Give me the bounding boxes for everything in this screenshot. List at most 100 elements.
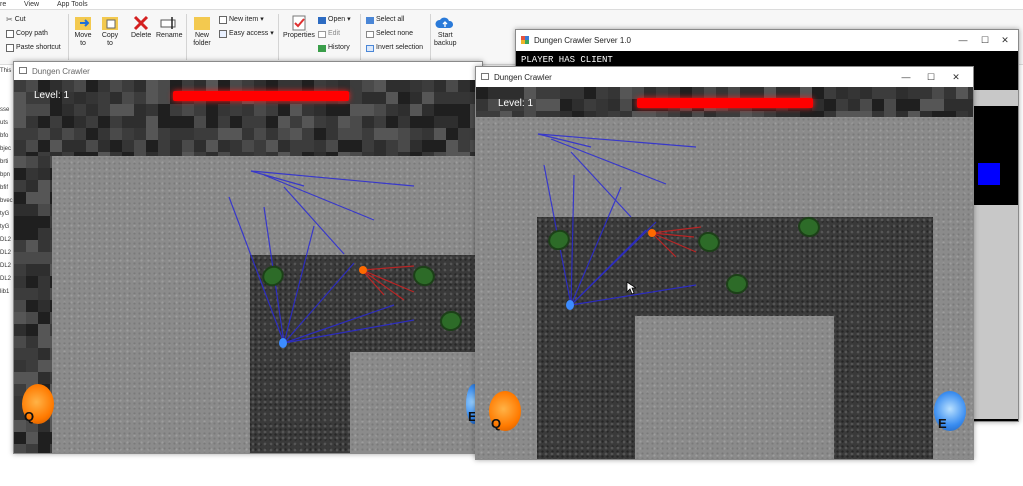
select-none-icon (366, 30, 374, 38)
game-window-right: Dungen Crawler — ☐ ✕ Level: 1 Q E (475, 66, 974, 460)
paste-shortcut-icon (6, 44, 14, 52)
player-character (566, 300, 574, 310)
nav-item[interactable]: This (0, 65, 14, 78)
portal-q-label: Q (24, 409, 35, 424)
nav-item[interactable]: lib1 (0, 286, 14, 299)
minimize-button[interactable]: — (897, 71, 915, 84)
invert-selection-button[interactable]: Invert selection (366, 43, 423, 53)
new-folder-button[interactable]: New folder (193, 14, 211, 48)
nav-item[interactable]: DL2 (0, 247, 14, 260)
game-canvas-right[interactable]: Level: 1 Q E (476, 87, 973, 459)
right-titlebar[interactable]: Dungen Crawler — ☐ ✕ (476, 67, 973, 87)
portal-e: E (934, 391, 966, 431)
tab-share[interactable]: re (0, 0, 6, 9)
history-button[interactable]: History (318, 43, 350, 53)
history-label: History (328, 44, 350, 51)
attack-lines (228, 170, 415, 344)
minimize-button[interactable]: — (954, 34, 972, 47)
left-window-title: Dungen Crawler (32, 67, 90, 76)
new-folder-label2: folder (193, 40, 211, 47)
select-all-button[interactable]: Select all (366, 15, 404, 25)
new-folder-icon (194, 17, 210, 30)
start-backup-button[interactable]: Start backup (434, 14, 457, 48)
window-icon (19, 67, 27, 74)
nav-item[interactable]: bjec (0, 143, 14, 156)
dropdown-arrow-icon: ▾ (260, 16, 264, 23)
rename-label: Rename (156, 32, 183, 39)
tab-app-tools[interactable]: App Tools (57, 0, 88, 9)
edit-button[interactable]: Edit (318, 29, 340, 39)
attack-lines (537, 133, 702, 306)
close-button[interactable]: ✕ (947, 71, 965, 84)
game-window-left: Dungen Crawler Level: 1 Q E (13, 61, 483, 454)
select-none-label: Select none (376, 30, 413, 37)
close-button[interactable]: ✕ (996, 34, 1014, 47)
game-canvas-left[interactable]: Level: 1 Q E (14, 80, 482, 453)
nav-item[interactable]: sse (0, 104, 14, 117)
ribbon-tabs: re View App Tools (0, 0, 1023, 9)
open-button[interactable]: Open ▾ (318, 15, 351, 25)
cloud-backup-icon (435, 17, 454, 28)
open-label: Open (328, 16, 346, 23)
copy-to-button[interactable]: Copy to (101, 14, 119, 48)
select-none-button[interactable]: Select none (366, 29, 413, 39)
edit-label: Edit (328, 30, 341, 37)
paste-shortcut-button[interactable]: Paste shortcut (6, 43, 61, 53)
nav-item[interactable]: bpn (0, 169, 14, 182)
right-window-title: Dungen Crawler (494, 73, 552, 82)
maximize-button[interactable]: ☐ (976, 34, 994, 47)
server-gray-band (974, 90, 1018, 106)
server-status-text: PLAYER HAS CLIENT (521, 55, 613, 65)
new-item-label: New item (229, 16, 259, 23)
new-item-icon (219, 16, 227, 24)
portal-e-label: E (938, 416, 947, 431)
select-all-label: Select all (376, 16, 405, 23)
delete-x-icon (134, 15, 149, 31)
select-all-icon (366, 16, 374, 24)
copy-path-button[interactable]: Copy path (6, 29, 48, 39)
copy-to-label2: to (107, 40, 113, 47)
left-titlebar[interactable]: Dungen Crawler (14, 62, 482, 80)
copy-path-label: Copy path (16, 30, 48, 37)
nav-item[interactable]: brti (0, 156, 14, 169)
enemy-projectile (648, 229, 656, 237)
nav-item[interactable] (0, 91, 14, 104)
nav-item[interactable]: tyG (0, 208, 14, 221)
nav-item[interactable]: DL2 (0, 273, 14, 286)
nav-item[interactable]: uts (0, 117, 14, 130)
nav-item[interactable]: DL2 (0, 260, 14, 273)
edit-icon (318, 30, 326, 38)
cut-label: Cut (14, 16, 26, 23)
easy-access-icon (219, 30, 227, 38)
move-to-button[interactable]: Move to (74, 14, 92, 48)
move-to-label: Move (74, 32, 92, 39)
tab-view[interactable]: View (24, 0, 39, 9)
nav-item[interactable]: bvec (0, 195, 14, 208)
player-character (279, 338, 287, 348)
new-item-button[interactable]: New item ▾ (219, 15, 264, 25)
server-titlebar[interactable]: Dungen Crawler Server 1.0 — ☐ ✕ (516, 30, 1018, 51)
nav-item[interactable]: tyG (0, 221, 14, 234)
properties-icon (292, 15, 306, 31)
properties-label: Properties (283, 32, 315, 39)
invert-selection-icon (366, 44, 374, 52)
delete-label: Delete (131, 32, 152, 39)
maximize-button[interactable]: ☐ (922, 71, 940, 84)
open-icon (318, 16, 326, 24)
nav-item[interactable]: DL2 (0, 234, 14, 247)
new-folder-label: New (194, 32, 209, 39)
delete-button[interactable]: Delete (131, 14, 151, 40)
easy-access-button[interactable]: Easy access ▾ (219, 29, 274, 39)
explorer-nav-pane: This sse uts bfo bjec brti bpn bfif bvec… (0, 65, 14, 350)
history-icon (318, 44, 326, 52)
nav-item[interactable]: bfo (0, 130, 14, 143)
nav-item[interactable] (0, 78, 14, 91)
copy-to-label: Copy (101, 32, 119, 39)
properties-button[interactable]: Properties (283, 14, 315, 40)
nav-item[interactable]: bfif (0, 182, 14, 195)
move-folder-icon (75, 17, 91, 30)
cut-button[interactable]: ✂ Cut (6, 15, 26, 25)
dropdown-arrow-icon: ▾ (347, 16, 351, 23)
desktop: re View App Tools ✂ Cut Copy path Paste … (0, 0, 1023, 486)
rename-button[interactable]: Rename (156, 14, 182, 40)
